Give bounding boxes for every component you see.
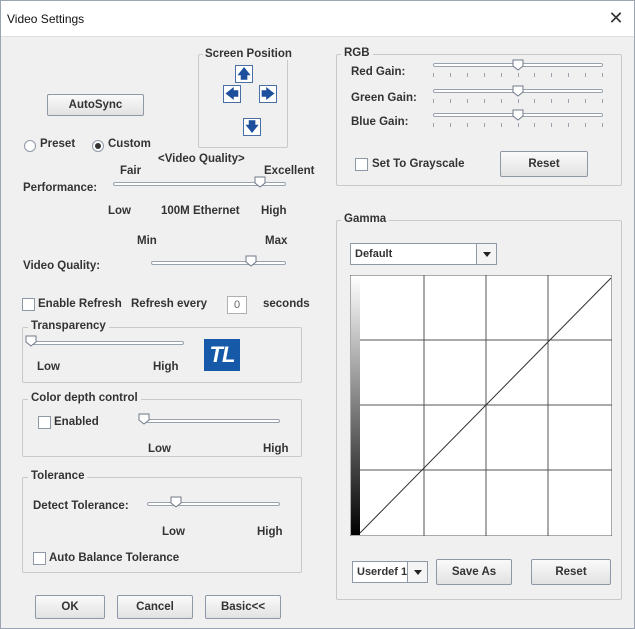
refresh-seconds-unit: seconds <box>263 298 310 310</box>
enable-refresh-checkbox[interactable] <box>22 298 35 311</box>
video-settings-window: Video Settings ✕ Screen Position 🡅 🡄 🡆 🡇… <box>0 0 635 629</box>
transparency-slider-track[interactable] <box>31 341 184 345</box>
video-quality-min-label: Min <box>137 235 157 247</box>
custom-radio[interactable] <box>92 140 104 152</box>
tolerance-low-label: Low <box>162 526 185 538</box>
cancel-button[interactable]: Cancel <box>117 595 193 619</box>
window-title: Video Settings <box>7 12 85 26</box>
color-depth-slider-thumb[interactable] <box>138 413 150 425</box>
transparency-group <box>22 327 302 383</box>
autosync-button[interactable]: AutoSync <box>47 94 144 116</box>
chevron-down-icon[interactable] <box>407 562 427 582</box>
color-depth-slider-track[interactable] <box>144 419 280 423</box>
green-gain-slider-thumb[interactable] <box>512 85 524 97</box>
green-gain-ticks <box>433 99 603 103</box>
chevron-down-icon[interactable] <box>476 244 496 264</box>
preset-label: Preset <box>40 138 76 150</box>
red-gain-slider-thumb[interactable] <box>512 59 524 71</box>
detect-tolerance-label: Detect Tolerance: <box>33 500 129 512</box>
set-to-grayscale-label: Set To Grayscale <box>372 158 465 170</box>
performance-mid-label: 100M Ethernet <box>161 205 240 217</box>
preset-radio[interactable] <box>24 140 36 152</box>
color-depth-enabled-checkbox[interactable] <box>38 416 51 429</box>
video-quality-slider-thumb[interactable] <box>245 255 257 267</box>
performance-high-label: High <box>261 205 287 217</box>
tl-logo: TL <box>204 339 240 371</box>
red-gain-ticks <box>433 73 603 77</box>
video-quality-label: Video Quality: <box>23 260 101 272</box>
red-gain-label: Red Gain: <box>351 66 406 78</box>
gamma-title: Gamma <box>341 213 390 225</box>
basic-button[interactable]: Basic<< <box>205 595 281 619</box>
transparency-low-label: Low <box>37 361 60 373</box>
color-depth-low-label: Low <box>148 443 171 455</box>
arrow-up-icon[interactable]: 🡅 <box>235 65 253 83</box>
arrow-right-icon[interactable]: 🡆 <box>259 85 277 103</box>
refresh-every-label: Refresh every <box>131 298 208 310</box>
enable-refresh-label: Enable Refresh <box>38 298 122 310</box>
title-bar: Video Settings ✕ <box>1 1 634 37</box>
rgb-title: RGB <box>341 47 373 59</box>
detect-tolerance-slider-thumb[interactable] <box>170 496 182 508</box>
video-quality-slider-track[interactable] <box>151 261 286 265</box>
color-depth-high-label: High <box>263 443 289 455</box>
save-as-button[interactable]: Save As <box>436 559 512 585</box>
detect-tolerance-slider-track[interactable] <box>147 502 280 506</box>
arrow-left-icon[interactable]: 🡄 <box>223 85 241 103</box>
performance-low-label: Low <box>108 205 131 217</box>
ok-button[interactable]: OK <box>35 595 105 619</box>
close-icon[interactable]: ✕ <box>606 8 626 28</box>
transparency-high-label: High <box>153 361 179 373</box>
transparency-title: Transparency <box>28 320 109 332</box>
gamma-reset-button[interactable]: Reset <box>531 559 611 585</box>
gamma-preset-select[interactable]: Default <box>350 243 497 265</box>
user-preset-value: Userdef 1 <box>357 566 408 578</box>
custom-label: Custom <box>108 138 151 150</box>
blue-gain-label: Blue Gain: <box>351 116 409 128</box>
rgb-reset-button[interactable]: Reset <box>500 151 588 177</box>
performance-excellent-label: Excellent <box>264 165 315 177</box>
color-depth-title: Color depth control <box>28 392 141 404</box>
user-preset-select[interactable]: Userdef 1 <box>352 561 428 583</box>
blue-gain-slider-thumb[interactable] <box>512 109 524 121</box>
color-depth-enabled-label: Enabled <box>54 416 99 428</box>
video-quality-caption: <Video Quality> <box>158 153 245 165</box>
arrow-down-icon[interactable]: 🡇 <box>243 118 261 136</box>
gamma-gradient-bar <box>351 276 360 535</box>
transparency-slider-thumb[interactable] <box>25 335 37 347</box>
set-to-grayscale-checkbox[interactable] <box>355 158 368 171</box>
performance-fair-label: Fair <box>120 165 142 177</box>
gamma-preset-value: Default <box>355 248 393 260</box>
auto-balance-tolerance-checkbox[interactable] <box>33 552 46 565</box>
tolerance-title: Tolerance <box>28 470 88 482</box>
blue-gain-ticks <box>433 123 603 127</box>
screen-position-title: Screen Position <box>203 48 294 60</box>
refresh-seconds-input[interactable]: 0 <box>227 296 247 314</box>
auto-balance-tolerance-label: Auto Balance Tolerance <box>49 552 180 564</box>
performance-label: Performance: <box>23 182 98 194</box>
performance-slider-thumb[interactable] <box>254 176 266 188</box>
tolerance-high-label: High <box>257 526 283 538</box>
green-gain-label: Green Gain: <box>351 92 417 104</box>
gamma-curve-graph[interactable] <box>350 275 612 536</box>
video-quality-max-label: Max <box>265 235 288 247</box>
